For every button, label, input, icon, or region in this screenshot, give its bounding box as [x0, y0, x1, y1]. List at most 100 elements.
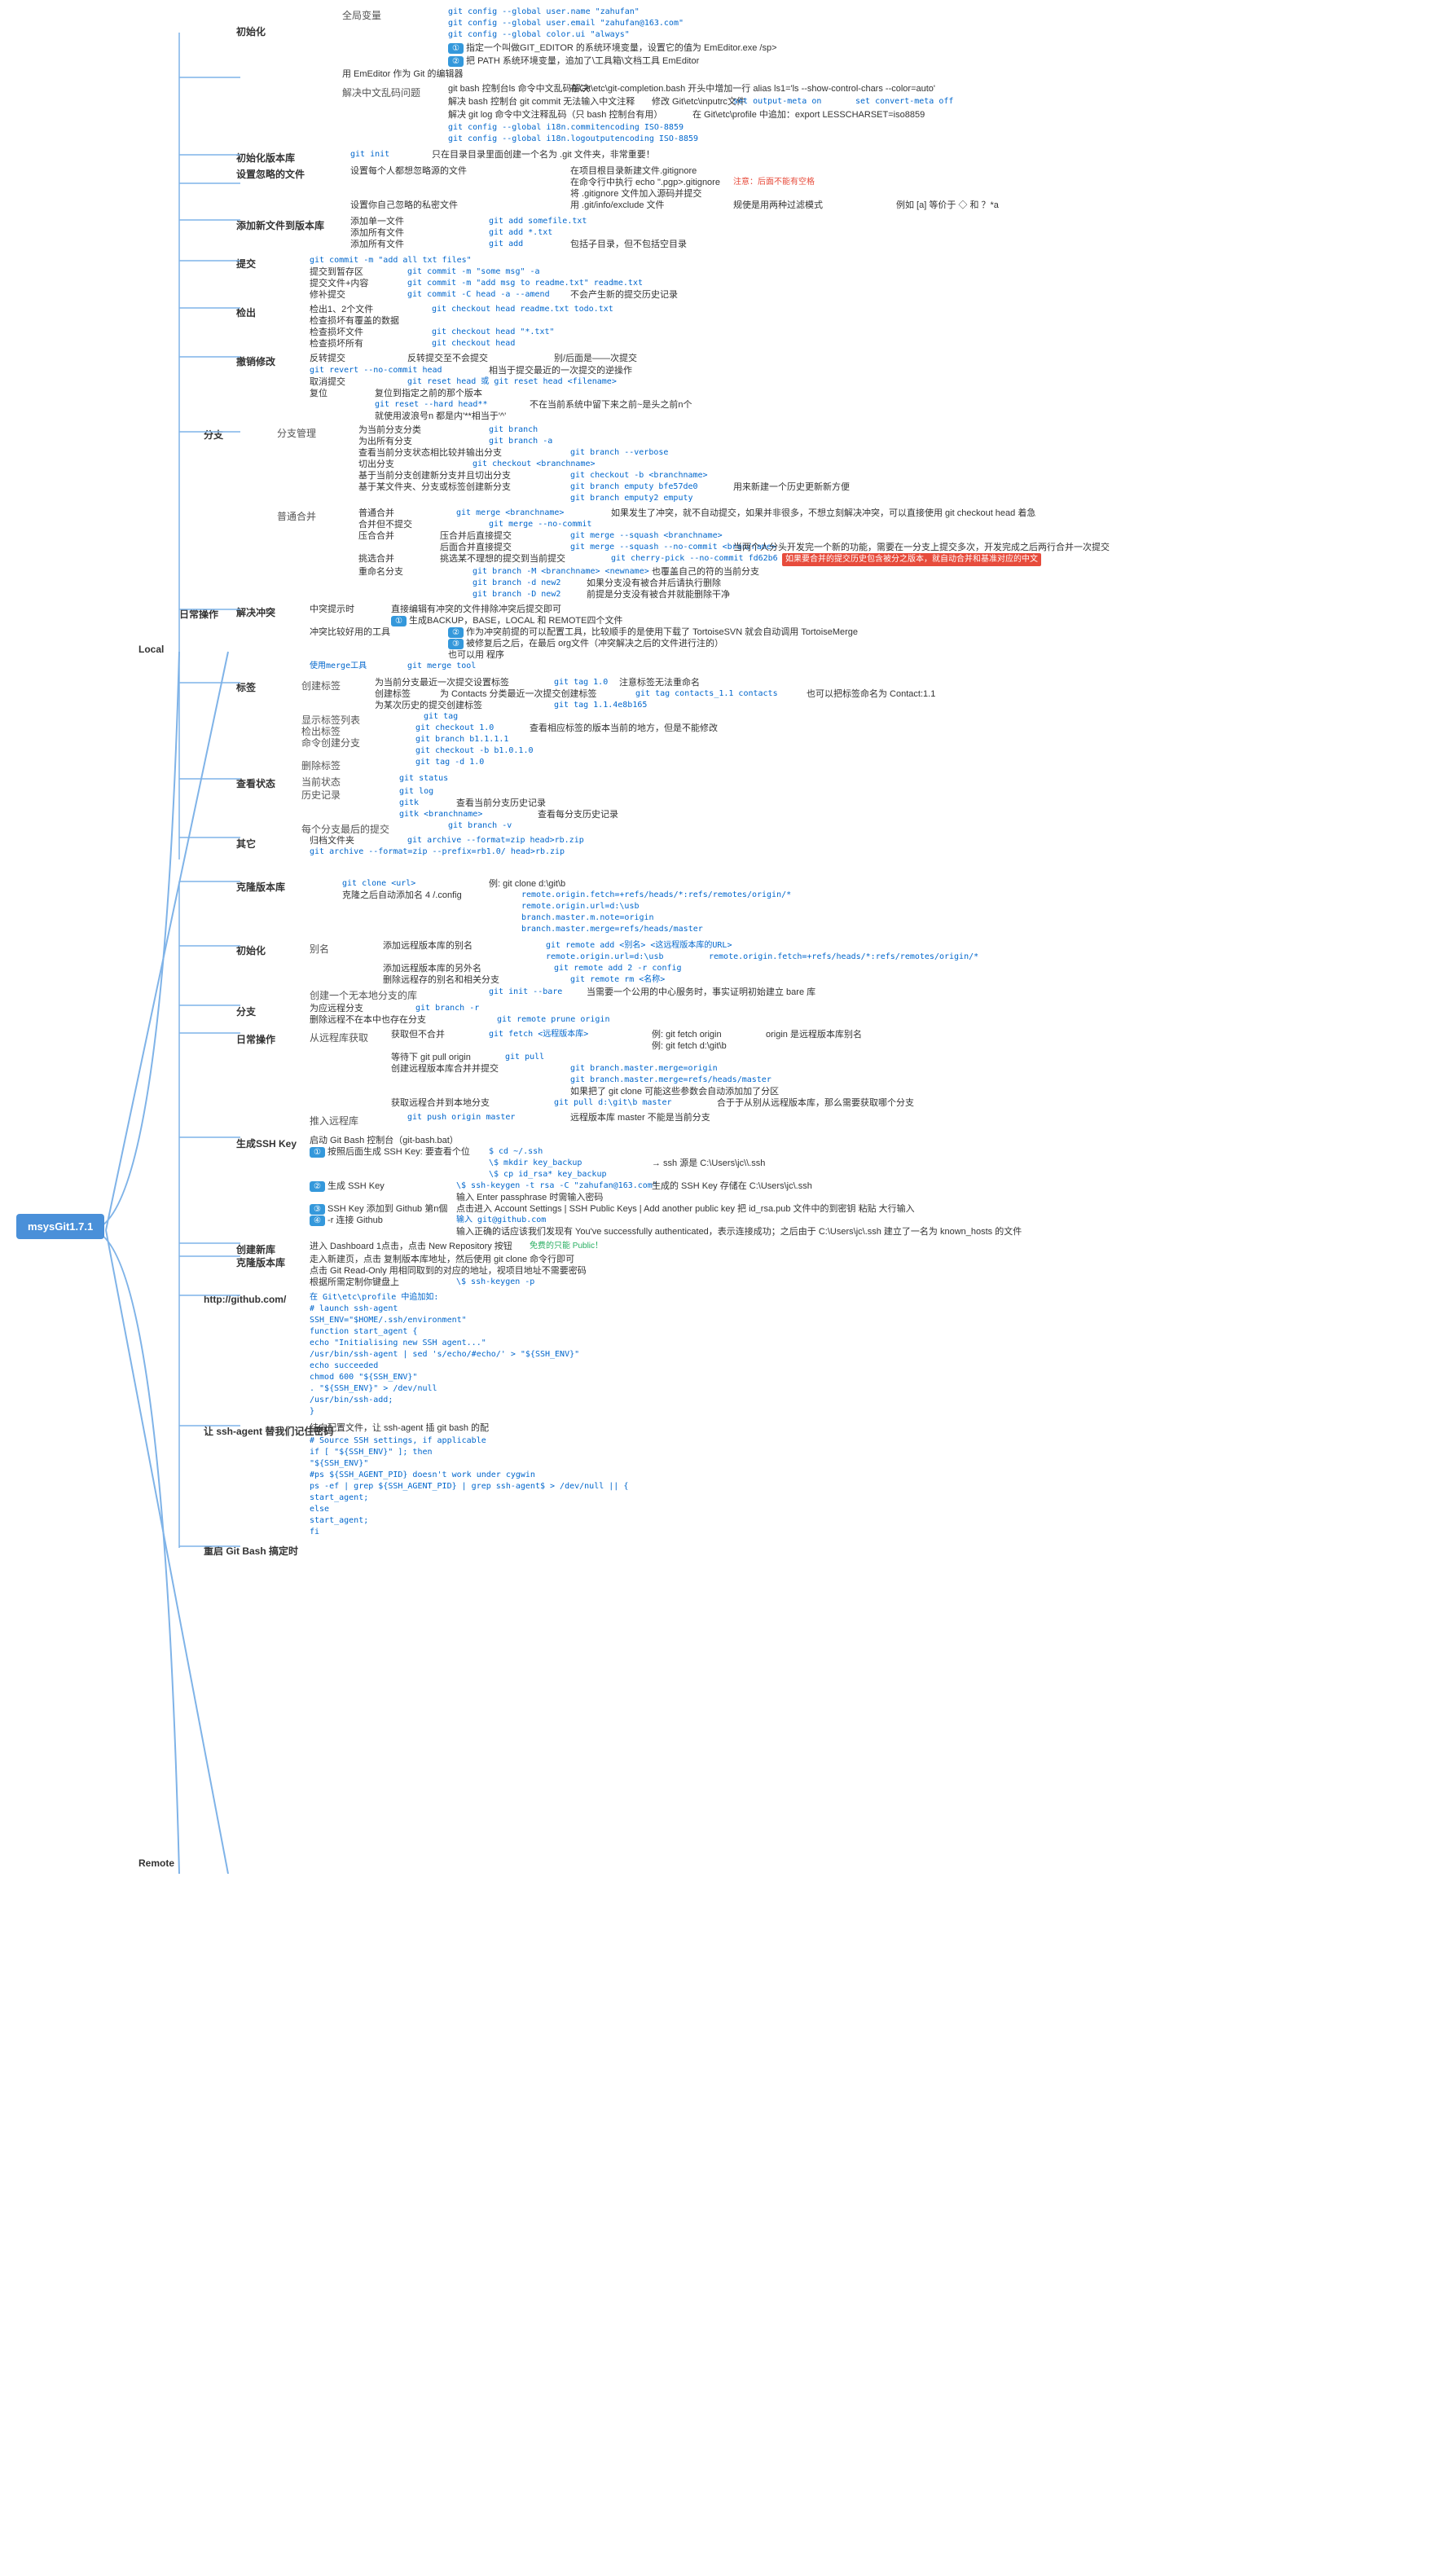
cmd-branch-empty2: git branch emputy2 emputy [570, 493, 693, 504]
ssh-agent-desc: 结向配置文件，让 ssh-agent 插 git bash 的配 [310, 1422, 489, 1435]
editor-note3: 用 EmEditor 作为 Git 的编辑器 [342, 68, 464, 81]
restart-label: 重启 Git Bash 搞定时 [204, 1544, 298, 1558]
push-label: 推入远程库 [310, 1114, 358, 1128]
pull-create-desc: 创建远程版本库合并并提交 [391, 1063, 499, 1075]
remote-daily-label: 日常操作 [236, 1032, 275, 1046]
charset-commit-fix2: set convert-meta off [855, 96, 953, 108]
cmd-global-color: git config --global color.ui "always" [448, 29, 630, 41]
cmd-pull: git pull [505, 1052, 544, 1063]
ssh-agent-code4: #ps ${SSH_AGENT_PID} doesn't work under … [310, 1470, 535, 1481]
ignore-private-fix: 用 .git/info/exclude 文件 [570, 200, 665, 212]
ssh-agent-code9: fi [310, 1527, 319, 1538]
ssh-agent-code3: "${SSH_ENV}" [310, 1458, 368, 1470]
cmd-merge-no-commit: git merge --no-commit [489, 519, 591, 530]
ssh-section-label: 生成SSH Key [236, 1136, 297, 1150]
prune-label: 删除远程不在本中也存在分支 [310, 1014, 426, 1026]
cmd-status: git status [399, 773, 448, 785]
branch-last-label: 每个分支最后的提交 [301, 822, 389, 836]
ignore-rule: 规使是用两种过滤模式 [733, 200, 823, 212]
cmd-merge-squash: git merge --squash <branchname> [570, 530, 723, 542]
gitk-branch-note: 查看每分支历史记录 [538, 809, 618, 821]
editor-note2: ② 把 PATH 系统环境变量，追加了\工具箱\文档工具 EmEditor [448, 55, 699, 68]
profile-code11: } [310, 1406, 314, 1418]
cmd-tag-list: git tag [424, 711, 458, 723]
git-init-note: 只在目录目录里面创建一个名为 .git 文件夹，非常重要！ [432, 149, 655, 161]
cmd-gitk-branch: gitk <branchname> [399, 809, 482, 820]
charset-bash-fix: 在Git\etc\git-completion.bash 开头中增加一行 ali… [570, 83, 935, 95]
cmd-gitk: gitk [399, 798, 419, 809]
clone-github-keygen: 根据所需定制你键盘上 [310, 1277, 399, 1289]
cmd-add-all: git add [489, 239, 523, 250]
cmd-log: git log [399, 786, 433, 798]
fetch-no-merge-label: 获取但不合并 [391, 1029, 445, 1041]
profile-code4: function start_agent { [310, 1326, 417, 1338]
branch-section-label: 分支 [204, 428, 223, 442]
cmd-pull-specific: git pull d:\git\b master [554, 1097, 672, 1109]
add-label: 添加新文件到版本库 [236, 218, 324, 232]
push-note: 远程版本库 master 不能是当前分支 [570, 1112, 710, 1124]
tag-checkout-note: 查看相应标签的版本当前的地方，但是不能修改 [530, 723, 718, 735]
charset-bash: git bash 控制台ls 命令中文乱码解决 [448, 83, 590, 95]
connection-lines [0, 0, 1433, 2576]
cmd-branch-verbose: git branch --verbose [570, 447, 668, 459]
ssh-agent-code5: ps -ef | grep ${SSH_AGENT_PID} | grep ss… [310, 1481, 628, 1492]
create-repo-label: 创建新库 [236, 1242, 275, 1256]
editor-note1: ① 指定一个叫做GIT_EDITOR 的系统环境变量，设置它的值为 EmEdit… [448, 42, 777, 55]
checkout-damage-all: 检查损坏所有 [310, 338, 363, 350]
commit-label: 提交 [236, 257, 256, 270]
cmd-remote-rm: git remote rm <名称> [570, 974, 665, 986]
mind-map-container: msysGit1.7.1 Local Remote 初始化 全局变量 git c… [0, 0, 1433, 2576]
clone-section-label: 克隆版本库 [236, 880, 285, 894]
profile-code8: chmod 600 "${SSH_ENV}" [310, 1372, 417, 1383]
cmd-branch-D: git branch -D new2 [473, 589, 560, 600]
ignore-note1: 注意：后面不能有空格 [733, 177, 815, 188]
clone-config2: remote.origin.url=d:\usb [521, 901, 640, 912]
clone-config3: branch.master.m.note=origin [521, 912, 654, 924]
clone-github-label: 克隆版本库 [236, 1255, 285, 1269]
charset-log-fix1: 在 Git\etc\profile 中追加：export LESSCHARSET… [692, 109, 925, 121]
local-section-label: Local [138, 644, 164, 655]
cherry-pick-label: 挑选合并 [358, 553, 394, 565]
cmd-global-email: git config --global user.email "zahufan@… [448, 18, 684, 29]
conflict-section-label: 解决冲突 [236, 605, 275, 619]
ssh-agent-code2: if [ "${SSH_ENV}" ]; then [310, 1447, 433, 1458]
ignore-private: 设置你自己忽略的私密文件 [350, 200, 458, 212]
cmd-ssh-cd: $ cd ~/.ssh [489, 1146, 543, 1158]
cmd-ssh-github: 输入 git@github.com [456, 1215, 546, 1226]
cmd-commit3: git commit -m "add msg to readme.txt" re… [407, 278, 643, 289]
cmd-branch-d: git branch -d new2 [473, 578, 560, 589]
add-all-label: 添加所有文件 [350, 239, 404, 251]
cmd-archive1: git archive --format=zip head>rb.zip [407, 835, 584, 846]
cmd-checkout1: git checkout head readme.txt todo.txt [432, 304, 613, 315]
profile-code9: . "${SSH_ENV}" > /dev/null [310, 1383, 437, 1395]
cmd-checkout3: git checkout head [432, 338, 515, 349]
checkout-label: 检出 [236, 306, 256, 319]
cmd-reset1: git reset head 或 git reset head <filenam… [407, 376, 617, 388]
cmd-branch-r: git branch -r [415, 1003, 479, 1014]
ssh-path-note: → ssh 源是 C:\Users\jc\\.ssh [652, 1158, 765, 1170]
merge-label: 普通合并 [277, 509, 316, 523]
cmd-push: git push origin master [407, 1112, 515, 1123]
clone-config-label: 克隆之后自动添加名 4 /.config [342, 890, 462, 902]
cmd-remote-add: git remote add <别名> <这远程版本库的URL> [546, 940, 732, 952]
tag-section-label: 标签 [236, 680, 256, 694]
alias-rm-label: 删除远程存的别名和相关分支 [383, 974, 499, 987]
cmd-add-txt: git add *.txt [489, 227, 552, 239]
create-repo-step: 进入 Dashboard 1点击，点击 New Repository 按钮 [310, 1241, 512, 1253]
pull-config2: git branch.master.merge=refs/heads/maste… [570, 1075, 771, 1086]
alias-label: 别名 [310, 942, 329, 956]
remote-add-config2: remote.origin.fetch=+refs/heads/*:refs/r… [709, 952, 978, 963]
mind-map-lines [0, 0, 1433, 2576]
cmd-tag-delete: git tag -d 1.0 [415, 757, 484, 768]
cmd-merge-tool: 使用merge工具 [310, 661, 367, 672]
add-all-note: 包括子目录，但不包括空目录 [570, 239, 687, 251]
ssh-agent-code7: else [310, 1504, 329, 1515]
commit-amend-label: 修补提交 [310, 289, 345, 301]
cmd-revert: git revert --no-commit head [310, 365, 442, 376]
cmd-clone: git clone <url> [342, 878, 415, 890]
reset-hard-label: 复位 [310, 388, 327, 400]
ssh-step4-label: ④ -r 连接 Github [310, 1215, 383, 1227]
cmd-branch-a: git branch -a [489, 436, 552, 447]
tag-branch-label: 命令创建分支 [301, 736, 360, 750]
cmd-cherry-pick: git cherry-pick --no-commit fd62b6 [611, 553, 778, 565]
